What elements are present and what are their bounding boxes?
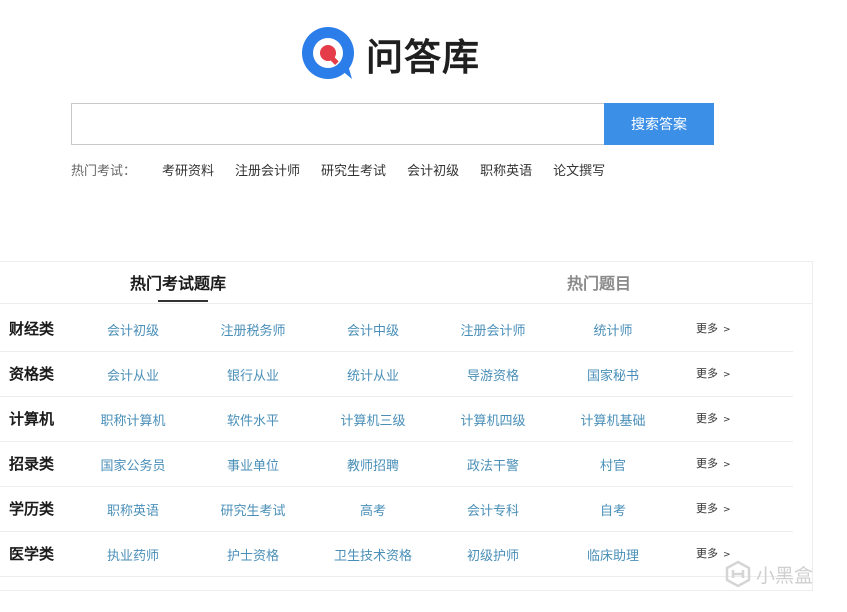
exam-link[interactable]: 银行从业 [227, 365, 279, 384]
site-logo-text: 问答库 [366, 36, 480, 79]
exam-link[interactable]: 教师招聘 [347, 455, 399, 474]
exam-link[interactable]: 统计从业 [347, 365, 399, 384]
exam-link[interactable]: 职称计算机 [100, 410, 165, 429]
more-link[interactable]: 更多 > [696, 410, 731, 426]
exam-link[interactable]: 执业药师 [107, 545, 159, 564]
exam-link[interactable]: 初级护师 [467, 545, 519, 564]
active-tab-indicator [158, 300, 208, 302]
tab-hot-exam-bank[interactable]: 热门考试题库 [130, 270, 226, 294]
exam-link[interactable]: 卫生技术资格 [334, 545, 412, 564]
exam-link[interactable]: 注册税务师 [220, 320, 285, 339]
category-row: 学历类 职称英语 研究生考试 高考 会计专科 自考 更多 > [0, 487, 793, 532]
more-label: 更多 [696, 457, 718, 470]
category-row: 资格类 会计从业 银行从业 统计从业 导游资格 国家秘书 更多 > [0, 352, 793, 397]
heybox-logo-icon [725, 560, 751, 588]
site-logo[interactable]: 问答库 [300, 24, 480, 84]
watermark-text: 小黑盒 [756, 564, 814, 587]
more-link[interactable]: 更多 > [696, 545, 731, 561]
category-label: 财经类 [9, 320, 55, 338]
exam-link[interactable]: 研究生考试 [220, 500, 285, 519]
more-label: 更多 [696, 502, 718, 515]
more-link[interactable]: 更多 > [696, 320, 731, 336]
exam-link[interactable]: 事业单位 [227, 455, 279, 474]
chevron-right-icon: > [723, 325, 731, 335]
exam-link[interactable]: 国家秘书 [587, 365, 639, 384]
hot-exam-link[interactable]: 职称英语 [480, 160, 532, 179]
chevron-right-icon: > [723, 505, 731, 515]
chevron-right-icon: > [723, 550, 731, 560]
exam-link[interactable]: 会计中级 [347, 320, 399, 339]
more-label: 更多 [696, 547, 718, 560]
search-input[interactable] [71, 103, 604, 145]
exam-link[interactable]: 会计专科 [467, 500, 519, 519]
category-row: 医学类 执业药师 护士资格 卫生技术资格 初级护师 临床助理 更多 > [0, 532, 793, 577]
exam-link[interactable]: 高考 [360, 500, 386, 519]
q-chat-bubble-icon [302, 27, 354, 79]
more-link[interactable]: 更多 > [696, 500, 731, 516]
exam-link[interactable]: 注册会计师 [460, 320, 525, 339]
exam-link[interactable]: 自考 [600, 500, 626, 519]
hot-exam-link[interactable]: 研究生考试 [321, 160, 386, 179]
category-label: 招录类 [9, 455, 55, 473]
more-label: 更多 [696, 412, 718, 425]
chevron-right-icon: > [723, 460, 731, 470]
chevron-right-icon: > [723, 415, 731, 425]
hot-exam-link[interactable]: 论文撰写 [553, 160, 605, 179]
exam-link[interactable]: 软件水平 [227, 410, 279, 429]
search-bar: 搜索答案 [71, 103, 714, 145]
hot-exams-bar: 热门考试： 考研资料 注册会计师 研究生考试 会计初级 职称英语 论文撰写 [71, 160, 626, 179]
exam-link[interactable]: 计算机四级 [460, 410, 525, 429]
chevron-right-icon: > [723, 370, 731, 380]
exam-link[interactable]: 统计师 [593, 320, 632, 339]
more-link[interactable]: 更多 > [696, 365, 731, 381]
exam-link[interactable]: 计算机三级 [340, 410, 405, 429]
exam-link[interactable]: 国家公务员 [100, 455, 165, 474]
exam-bank-panel: 热门考试题库 热门题目 财经类 会计初级 注册税务师 会计中级 注册会计师 统计… [0, 261, 813, 591]
category-label: 资格类 [9, 365, 55, 383]
category-label: 计算机 [9, 410, 55, 428]
category-list: 财经类 会计初级 注册税务师 会计中级 注册会计师 统计师 更多 > 资格类 会计… [0, 307, 793, 577]
category-label: 医学类 [9, 545, 55, 563]
panel-tabs: 热门考试题库 热门题目 [0, 262, 812, 304]
exam-link[interactable]: 政法干警 [467, 455, 519, 474]
exam-link[interactable]: 会计从业 [107, 365, 159, 384]
exam-link[interactable]: 护士资格 [227, 545, 279, 564]
search-button[interactable]: 搜索答案 [604, 103, 714, 145]
watermark: 小黑盒 [724, 560, 813, 588]
exam-link[interactable]: 导游资格 [467, 365, 519, 384]
hot-exams-label: 热门考试： [71, 164, 137, 179]
exam-link[interactable]: 职称英语 [107, 500, 159, 519]
more-link[interactable]: 更多 > [696, 455, 731, 471]
category-label: 学历类 [9, 500, 55, 518]
more-label: 更多 [696, 322, 718, 335]
hot-exam-link[interactable]: 会计初级 [407, 160, 459, 179]
hot-exam-link[interactable]: 考研资料 [162, 160, 214, 179]
exam-link[interactable]: 临床助理 [587, 545, 639, 564]
category-row: 财经类 会计初级 注册税务师 会计中级 注册会计师 统计师 更多 > [0, 307, 793, 352]
tab-hot-questions[interactable]: 热门题目 [567, 270, 631, 294]
more-label: 更多 [696, 367, 718, 380]
exam-link[interactable]: 会计初级 [107, 320, 159, 339]
category-row: 计算机 职称计算机 软件水平 计算机三级 计算机四级 计算机基础 更多 > [0, 397, 793, 442]
category-row: 招录类 国家公务员 事业单位 教师招聘 政法干警 村官 更多 > [0, 442, 793, 487]
hot-exam-link[interactable]: 注册会计师 [235, 160, 300, 179]
exam-link[interactable]: 村官 [600, 455, 626, 474]
exam-link[interactable]: 计算机基础 [580, 410, 645, 429]
